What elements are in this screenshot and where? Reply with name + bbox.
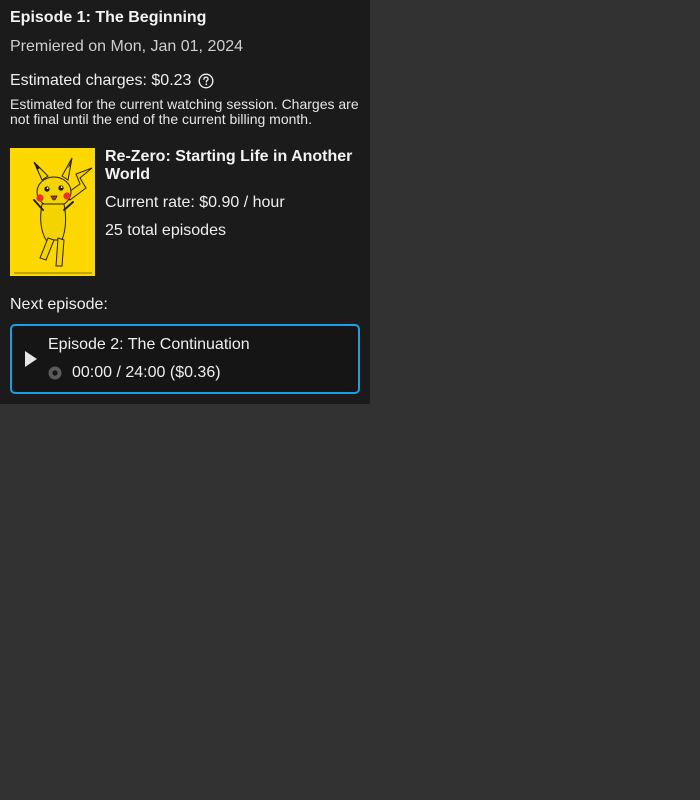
next-episode-label: Next episode: [10, 296, 108, 313]
next-episode-title: Episode 2: The Continuation [48, 336, 250, 353]
premiered-date: Premiered on Mon, Jan 01, 2024 [10, 38, 244, 55]
next-episode-progress: 00:00 / 24:00 ($0.36) [48, 364, 221, 382]
episode-info-panel: Episode 1: The Beginning Premiered on Mo… [0, 0, 370, 404]
estimated-charges: Estimated charges: $0.23 [10, 72, 214, 90]
play-icon[interactable] [24, 350, 38, 368]
question-circle-icon[interactable] [198, 73, 214, 89]
show-title: Re-Zero: Starting Life in Another World [105, 148, 353, 183]
episode-title: Episode 1: The Beginning [10, 9, 207, 26]
show-thumbnail [10, 148, 95, 276]
radio-dot-icon[interactable] [48, 366, 62, 380]
estimated-charges-label: Estimated charges: $0.23 [10, 72, 192, 89]
next-episode-progress-text: 00:00 / 24:00 ($0.36) [72, 364, 221, 381]
total-episodes: 25 total episodes [105, 222, 226, 239]
current-rate: Current rate: $0.90 / hour [105, 194, 285, 211]
charges-note: Estimated for the current watching sessi… [10, 96, 359, 127]
next-episode-card[interactable]: Episode 2: The Continuation 00:00 / 24:0… [10, 324, 360, 394]
